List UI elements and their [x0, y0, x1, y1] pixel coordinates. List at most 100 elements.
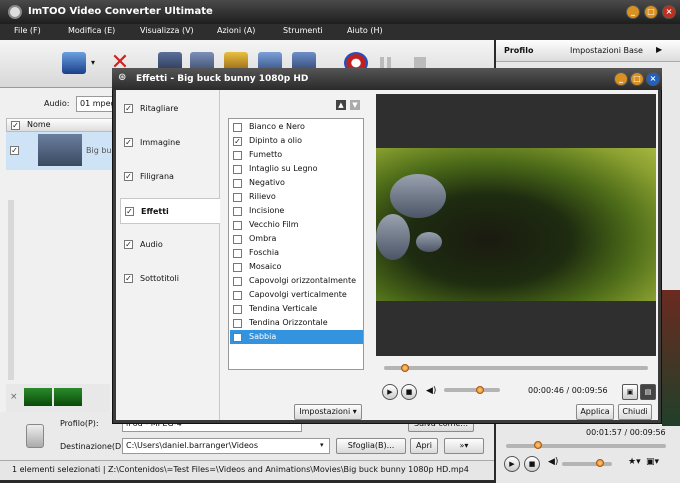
- effect-item[interactable]: ✓ Dipinto a olio: [230, 134, 363, 148]
- tab-image[interactable]: ✓ Immagine: [120, 130, 220, 156]
- effect-label: Dipinto a olio: [249, 136, 303, 145]
- effect-label: Intaglio su Legno: [249, 164, 318, 173]
- tab-checkbox[interactable]: ✓: [125, 207, 134, 216]
- tab-effects[interactable]: ✓ Effetti: [120, 198, 220, 224]
- effect-item[interactable]: Foschia: [230, 246, 363, 260]
- browse-button[interactable]: Sfoglia(B)...: [336, 438, 406, 454]
- preview-play-icon[interactable]: ▶: [504, 456, 520, 472]
- close-icon[interactable]: ×: [662, 5, 676, 19]
- menu-tools[interactable]: Strumenti: [283, 26, 323, 35]
- effect-item[interactable]: Tendina Orizzontale: [230, 316, 363, 330]
- effect-checkbox[interactable]: [233, 291, 242, 300]
- tab-checkbox[interactable]: ✓: [124, 172, 133, 181]
- ipod-image-strip: [8, 200, 14, 380]
- export-options-icon[interactable]: »▾: [444, 438, 484, 454]
- volume-icon[interactable]: ◀): [426, 386, 436, 396]
- effect-item[interactable]: Ombra: [230, 232, 363, 246]
- effect-checkbox[interactable]: [233, 263, 242, 272]
- effect-item[interactable]: Capovolgi verticalmente: [230, 288, 363, 302]
- select-all-checkbox[interactable]: ✓: [11, 121, 20, 130]
- preview-volume-icon[interactable]: ◀): [548, 457, 558, 467]
- stop-icon[interactable]: ■: [401, 384, 417, 400]
- effect-checkbox[interactable]: [233, 123, 242, 132]
- play-icon[interactable]: ▶: [382, 384, 398, 400]
- effect-checkbox[interactable]: [233, 193, 242, 202]
- preview-seek-bar[interactable]: [506, 444, 666, 448]
- camera-icon[interactable]: ▣▾: [646, 457, 659, 467]
- dialog-close-icon[interactable]: ×: [646, 72, 660, 86]
- effect-item[interactable]: Bianco e Nero: [230, 120, 363, 134]
- effect-checkbox[interactable]: [233, 165, 242, 174]
- effect-checkbox[interactable]: [233, 179, 242, 188]
- preview-seek-handle[interactable]: [534, 441, 542, 449]
- tab-label: Filigrana: [140, 172, 174, 181]
- add-dropdown-icon[interactable]: ▾: [88, 52, 98, 74]
- dialog-minimize-icon[interactable]: _: [614, 72, 628, 86]
- menu-help[interactable]: Aiuto (H): [347, 26, 383, 35]
- tab-watermark[interactable]: ✓ Filigrana: [120, 164, 220, 190]
- effect-checkbox[interactable]: [233, 333, 242, 342]
- menu-edit[interactable]: Modifica (E): [68, 26, 115, 35]
- panel-menu-icon[interactable]: ▶: [656, 45, 662, 54]
- destination-field[interactable]: C:\Users\daniel.barranger\Videos: [122, 438, 330, 454]
- device-icon: [26, 424, 44, 448]
- effect-item[interactable]: Incisione: [230, 204, 363, 218]
- effect-checkbox[interactable]: [233, 319, 242, 328]
- menu-actions[interactable]: Azioni (A): [217, 26, 255, 35]
- effect-item[interactable]: Rilievo: [230, 190, 363, 204]
- effect-item[interactable]: Fumetto: [230, 148, 363, 162]
- tab-label: Immagine: [140, 138, 181, 147]
- preview-stop-icon[interactable]: ■: [524, 456, 540, 472]
- effect-label: Negativo: [249, 178, 285, 187]
- add-video-icon[interactable]: [62, 52, 86, 74]
- effect-settings-button[interactable]: Impostazioni ▾: [294, 404, 362, 420]
- effect-item[interactable]: Negativo: [230, 176, 363, 190]
- tab-checkbox[interactable]: ✓: [124, 240, 133, 249]
- open-button[interactable]: Apri: [410, 438, 438, 454]
- menu-view[interactable]: Visualizza (V): [140, 26, 194, 35]
- tab-crop[interactable]: ✓ Ritagliare: [120, 96, 220, 122]
- volume-slider[interactable]: [444, 388, 500, 392]
- effect-checkbox[interactable]: [233, 207, 242, 216]
- tab-basic-settings[interactable]: Impostazioni Base: [570, 46, 643, 55]
- effect-label: Capovolgi verticalmente: [249, 290, 347, 299]
- effect-item[interactable]: Capovolgi orizzontalmente: [230, 274, 363, 288]
- effect-checkbox[interactable]: ✓: [233, 137, 242, 146]
- menu-file[interactable]: File (F): [14, 26, 41, 35]
- dialog-maximize-icon[interactable]: □: [630, 72, 644, 86]
- side-by-side-icon[interactable]: ▤: [640, 384, 656, 400]
- effect-item[interactable]: Mosaico: [230, 260, 363, 274]
- tab-subtitles[interactable]: ✓ Sottotitoli: [120, 266, 220, 292]
- preview-volume-handle[interactable]: [596, 459, 604, 467]
- effect-item[interactable]: Intaglio su Legno: [230, 162, 363, 176]
- effect-item[interactable]: Vecchio Film: [230, 218, 363, 232]
- maximize-icon[interactable]: □: [644, 5, 658, 19]
- close-track-icon[interactable]: ×: [10, 392, 18, 402]
- tab-checkbox[interactable]: ✓: [124, 274, 133, 283]
- effect-checkbox[interactable]: [233, 151, 242, 160]
- tab-audio[interactable]: ✓ Audio: [120, 232, 220, 258]
- close-button[interactable]: Chiudi: [618, 404, 652, 420]
- effect-seek-bar[interactable]: [384, 366, 648, 370]
- preview-volume-slider[interactable]: [562, 462, 612, 466]
- minimize-icon[interactable]: _: [626, 5, 640, 19]
- effect-item[interactable]: Sabbia: [230, 330, 363, 344]
- destination-dropdown-icon[interactable]: ▾: [320, 441, 324, 449]
- row-checkbox[interactable]: ✓: [10, 146, 19, 155]
- apply-button[interactable]: Applica: [576, 404, 614, 420]
- move-up-icon[interactable]: ▲: [336, 100, 346, 110]
- tab-profile[interactable]: Profilo: [504, 46, 533, 55]
- tab-checkbox[interactable]: ✓: [124, 138, 133, 147]
- status-text: 1 elementi selezionati | Z:\Contenidos\=…: [12, 465, 469, 474]
- effect-checkbox[interactable]: [233, 277, 242, 286]
- effect-checkbox[interactable]: [233, 305, 242, 314]
- effect-checkbox[interactable]: [233, 249, 242, 258]
- column-name[interactable]: Nome: [27, 120, 51, 129]
- effect-checkbox[interactable]: [233, 221, 242, 230]
- effect-checkbox[interactable]: [233, 235, 242, 244]
- compare-icon[interactable]: ▣: [622, 384, 638, 400]
- snapshot-icon[interactable]: ★▾: [628, 457, 641, 467]
- tab-checkbox[interactable]: ✓: [124, 104, 133, 113]
- move-down-icon[interactable]: ▼: [350, 100, 360, 110]
- effect-item[interactable]: Tendina Verticale: [230, 302, 363, 316]
